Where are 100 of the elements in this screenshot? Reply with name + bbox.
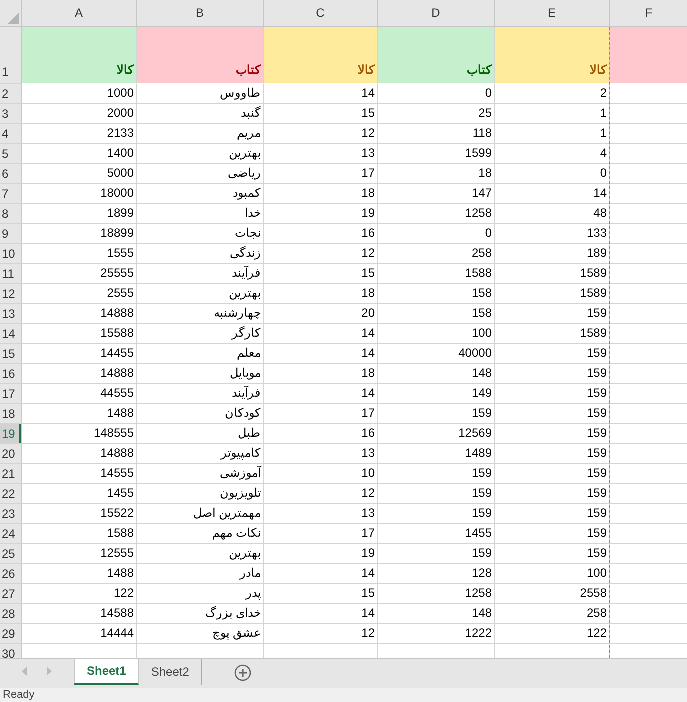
row-number[interactable]: 2 — [0, 84, 22, 104]
table-cell: 122 — [22, 584, 137, 604]
table-cell: 0 — [378, 224, 495, 244]
table-cell: 14888 — [22, 444, 137, 464]
table-cell: 159 — [495, 384, 610, 404]
table-cell: 2000 — [22, 104, 137, 124]
table-cell: 14444 — [22, 624, 137, 644]
table-cell: 5000 — [22, 164, 137, 184]
table-cell: 1488 — [22, 564, 137, 584]
column-header[interactable]: E — [495, 0, 610, 27]
table-cell: 0 — [495, 164, 610, 184]
row-number[interactable]: 5 — [0, 144, 22, 164]
table-cell: 14 — [264, 564, 378, 584]
table-cell: 18 — [264, 364, 378, 384]
table-cell: 14 — [264, 324, 378, 344]
table-cell: 148 — [378, 364, 495, 384]
column-header[interactable]: B — [137, 0, 264, 27]
row-number[interactable]: 18 — [0, 404, 22, 424]
row-number[interactable]: 17 — [0, 384, 22, 404]
table-cell: 12 — [264, 624, 378, 644]
row-number[interactable]: 10 — [0, 244, 22, 264]
table-cell: 1489 — [378, 444, 495, 464]
table-cell: 1488 — [22, 404, 137, 424]
select-all-icon[interactable] — [8, 13, 19, 24]
table-cell: گنبد — [137, 104, 264, 124]
row-number[interactable]: 8 — [0, 204, 22, 224]
table-cell: کارگر — [137, 324, 264, 344]
row-number[interactable]: 7 — [0, 184, 22, 204]
row-number[interactable]: 27 — [0, 584, 22, 604]
row-number[interactable]: 4 — [0, 124, 22, 144]
column-header[interactable]: F — [610, 0, 687, 27]
table-cell: 1258 — [378, 584, 495, 604]
table-cell: بهترین — [137, 144, 264, 164]
table-cell: 133 — [495, 224, 610, 244]
table-cell: 13 — [264, 144, 378, 164]
header-cell: کالا — [264, 27, 378, 84]
row-number[interactable]: 12 — [0, 284, 22, 304]
table-cell: 15 — [264, 264, 378, 284]
table-cell: کمبود — [137, 184, 264, 204]
table-cell: 1599 — [378, 144, 495, 164]
table-cell: خدای بزرگ — [137, 604, 264, 624]
table-cell: 1455 — [22, 484, 137, 504]
table-cell: طاووس — [137, 84, 264, 104]
row-number[interactable]: 24 — [0, 524, 22, 544]
row-number[interactable]: 22 — [0, 484, 22, 504]
row-number[interactable]: 19 — [0, 424, 22, 444]
table-cell: کودکان — [137, 404, 264, 424]
row-number[interactable]: 29 — [0, 624, 22, 644]
table-cell: 147 — [378, 184, 495, 204]
row-number[interactable]: 20 — [0, 444, 22, 464]
table-cell: 159 — [378, 404, 495, 424]
table-cell: 159 — [378, 464, 495, 484]
table-cell: 1400 — [22, 144, 137, 164]
row-number[interactable]: 30 — [0, 644, 22, 658]
header-cell: کالا — [495, 27, 610, 84]
table-cell: 148 — [378, 604, 495, 624]
table-cell: 18899 — [22, 224, 137, 244]
table-cell: 12 — [264, 244, 378, 264]
table-cell: 18000 — [22, 184, 137, 204]
table-cell: کامپیوتر — [137, 444, 264, 464]
scroll-left-icon[interactable] — [22, 667, 28, 676]
row-number[interactable]: 9 — [0, 224, 22, 244]
column-header[interactable]: D — [378, 0, 495, 27]
table-cell: 1588 — [378, 264, 495, 284]
table-cell: 159 — [495, 404, 610, 424]
row-number[interactable]: 26 — [0, 564, 22, 584]
table-cell: 1588 — [22, 524, 137, 544]
table-cell: 48 — [495, 204, 610, 224]
table-cell: 159 — [378, 544, 495, 564]
table-cell: 12 — [264, 484, 378, 504]
table-cell: 15588 — [22, 324, 137, 344]
column-header[interactable]: C — [264, 0, 378, 27]
row-number[interactable]: 28 — [0, 604, 22, 624]
row-number[interactable]: 1 — [0, 27, 22, 84]
table-cell: 258 — [378, 244, 495, 264]
table-cell: 258 — [495, 604, 610, 624]
table-cell: 189 — [495, 244, 610, 264]
scroll-right-icon[interactable] — [46, 667, 52, 676]
add-sheet-button[interactable] — [234, 664, 252, 682]
table-cell: 14 — [264, 384, 378, 404]
table-cell: 16 — [264, 424, 378, 444]
row-number[interactable]: 16 — [0, 364, 22, 384]
row-number[interactable]: 21 — [0, 464, 22, 484]
row-number[interactable]: 23 — [0, 504, 22, 524]
table-cell: 159 — [495, 484, 610, 504]
row-number[interactable]: 3 — [0, 104, 22, 124]
sheet-tab[interactable]: Sheet2 — [139, 659, 202, 685]
table-cell: 159 — [495, 424, 610, 444]
sheet-tab[interactable]: Sheet1 — [74, 659, 140, 685]
row-number[interactable]: 6 — [0, 164, 22, 184]
row-number[interactable]: 13 — [0, 304, 22, 324]
table-cell: 17 — [264, 164, 378, 184]
table-cell: 18 — [378, 164, 495, 184]
table-cell: 159 — [495, 464, 610, 484]
row-number[interactable]: 11 — [0, 264, 22, 284]
row-number[interactable]: 14 — [0, 324, 22, 344]
row-number[interactable]: 15 — [0, 344, 22, 364]
row-number[interactable]: 25 — [0, 544, 22, 564]
column-header[interactable]: A — [22, 0, 137, 27]
header-cell: کتاب — [378, 27, 495, 84]
